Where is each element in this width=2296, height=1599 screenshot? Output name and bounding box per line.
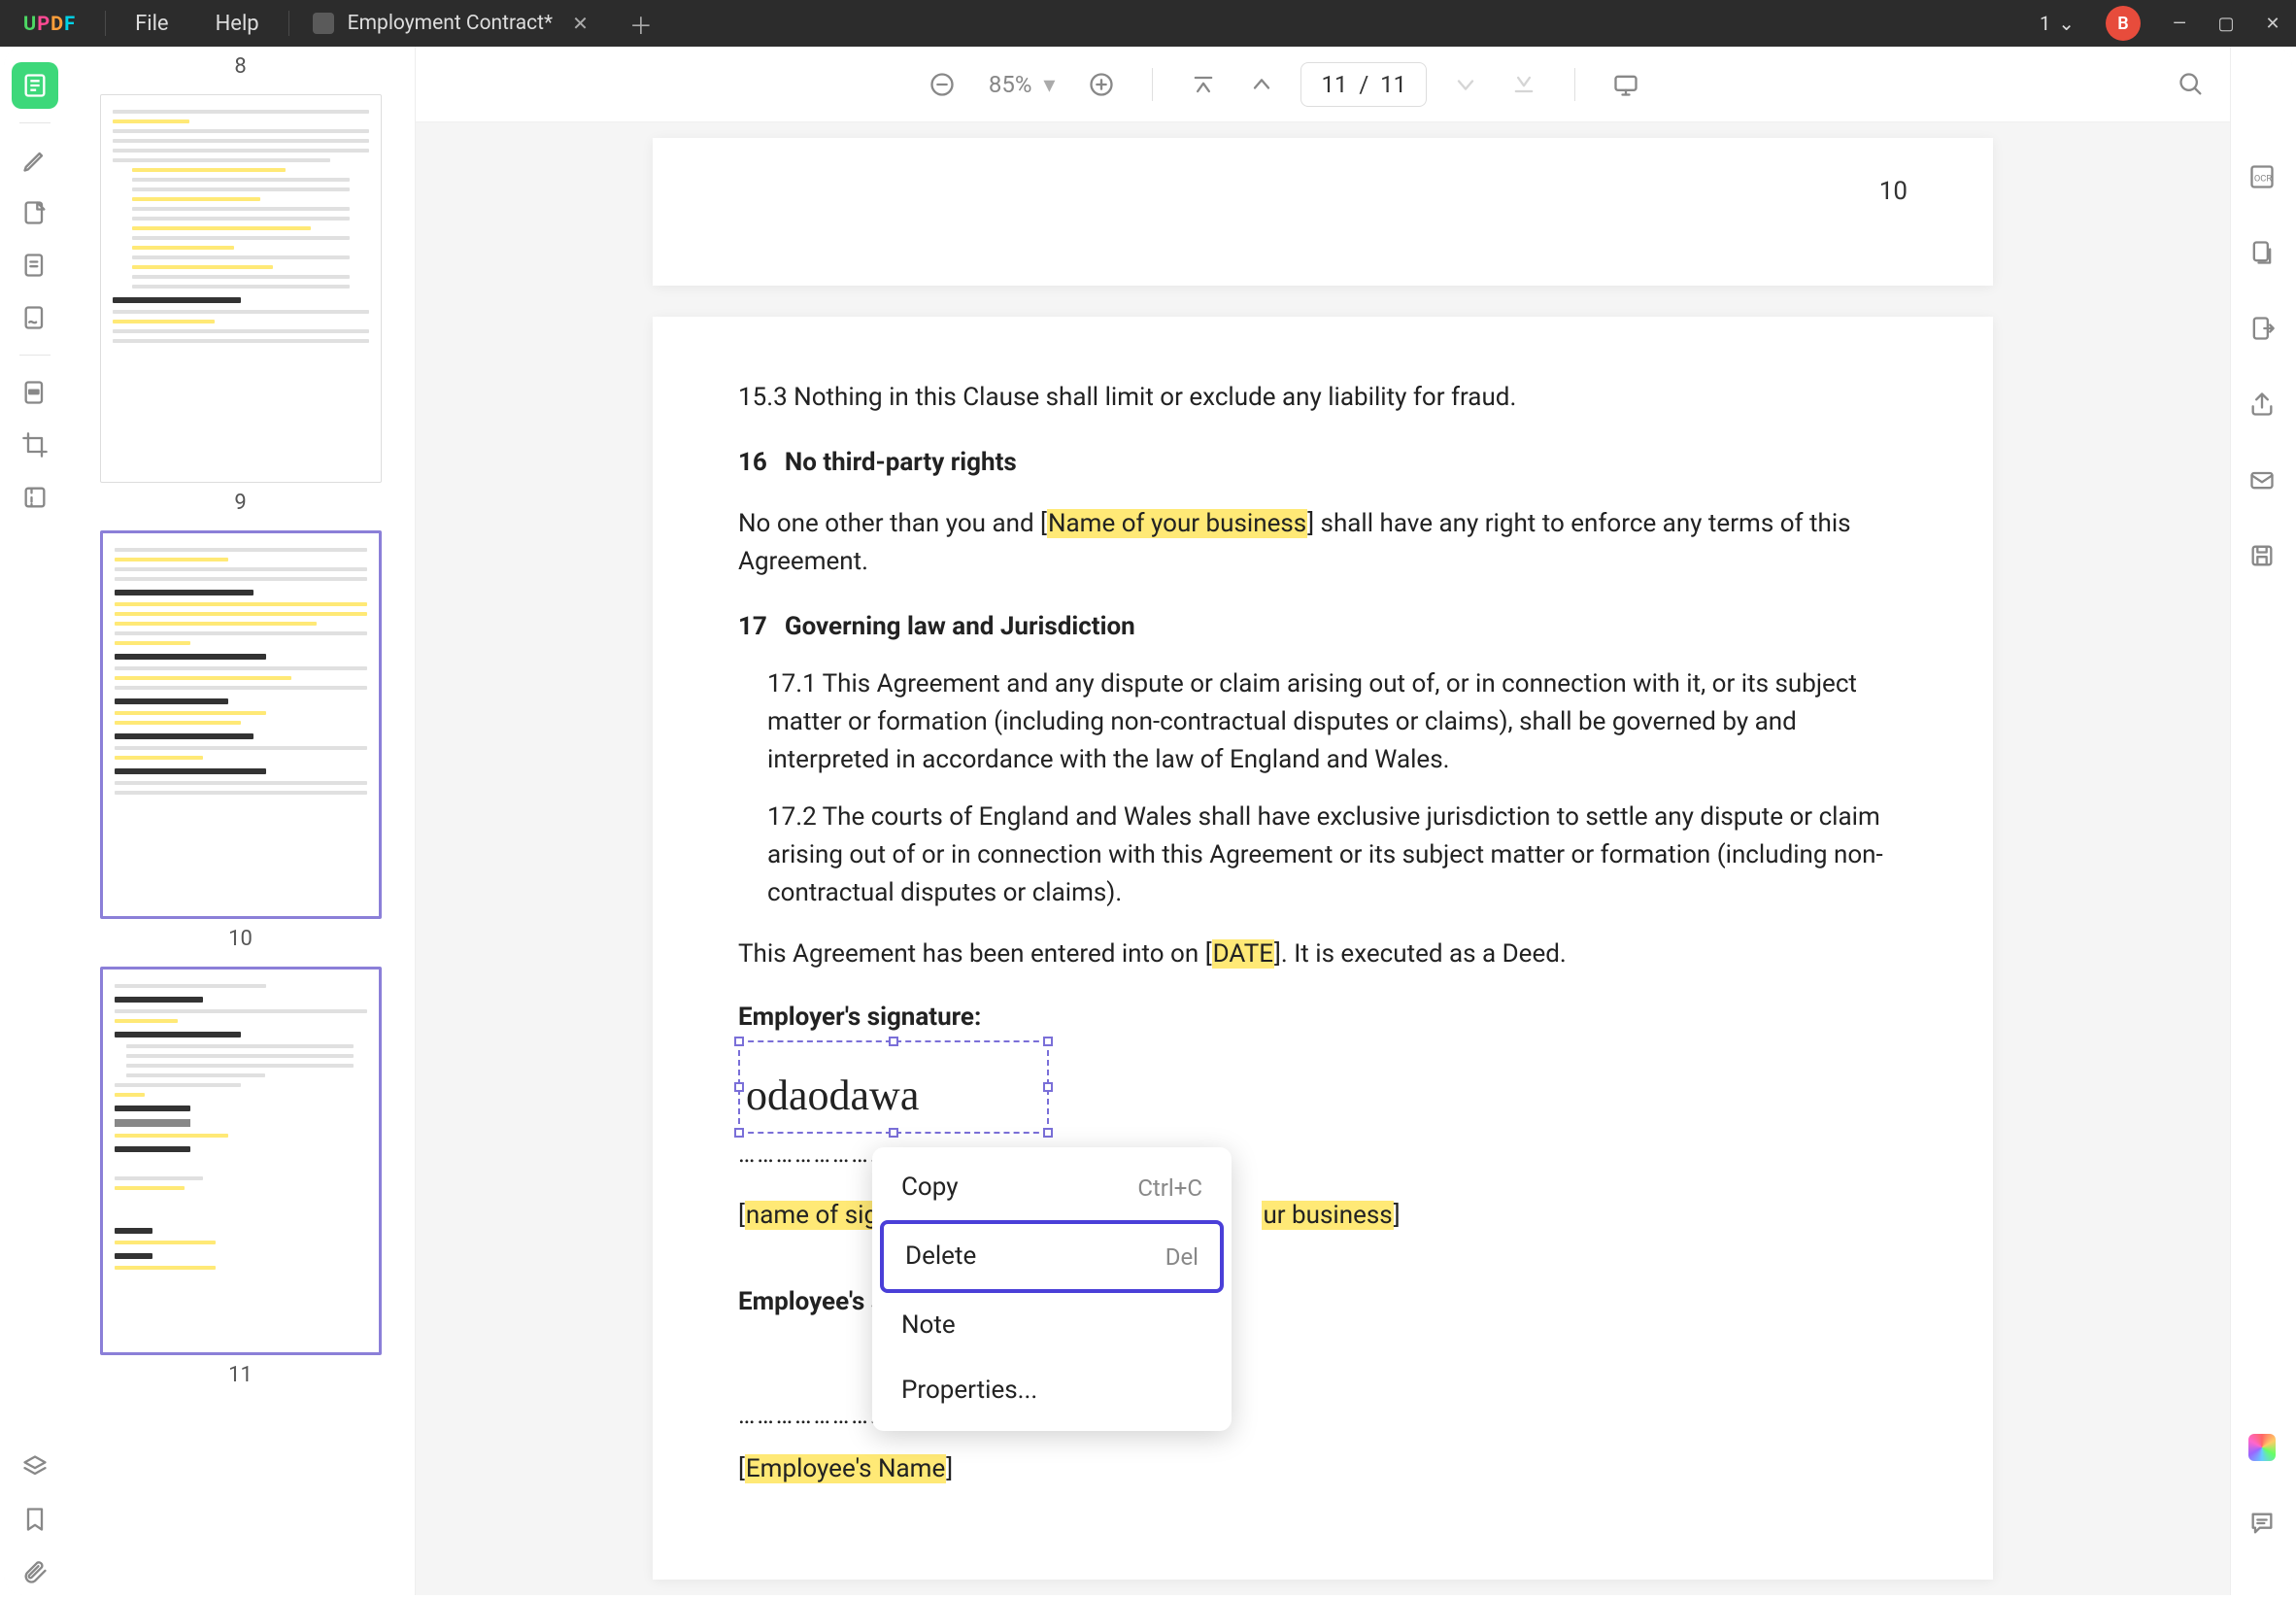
window-minimize-button[interactable]: — — [2156, 0, 2203, 47]
thumbnail-item[interactable]: 9 — [95, 94, 386, 515]
redact-tool-button[interactable] — [12, 369, 58, 416]
clause-text: 17.1 This Agreement and any dispute or c… — [738, 665, 1908, 779]
resize-handle[interactable] — [734, 1082, 744, 1092]
signature-text: odaodawa — [740, 1042, 1047, 1128]
titlebar: UPDF File Help Employment Contract* ✕ ＋ … — [0, 0, 2296, 47]
highlight: DATE — [1212, 939, 1274, 969]
edit-tool-button[interactable] — [12, 189, 58, 236]
zoom-in-button[interactable] — [1082, 65, 1121, 104]
thumbnail-item[interactable]: 10 — [95, 530, 386, 951]
reader-mode-button[interactable] — [12, 62, 58, 109]
sparkle-icon — [2248, 1434, 2276, 1461]
thumbnail-item[interactable]: 8 — [95, 47, 386, 79]
prev-page-button[interactable] — [1242, 65, 1281, 104]
crop-tool-button[interactable] — [12, 422, 58, 468]
clause-text: No one other than you and [Name of your … — [738, 505, 1908, 581]
clause-text: This Agreement has been entered into on … — [738, 936, 1908, 973]
search-button[interactable] — [2172, 65, 2211, 104]
menu-file[interactable]: File — [112, 2, 192, 46]
highlight: ur business — [1262, 1201, 1393, 1230]
next-page-button[interactable] — [1446, 65, 1485, 104]
highlight: Employee's Name — [745, 1454, 946, 1483]
tab-close-button[interactable]: ✕ — [566, 10, 594, 37]
context-menu-properties[interactable]: Properties... — [880, 1358, 1224, 1423]
document-page: 15.3 Nothing in this Clause shall limit … — [653, 317, 1993, 1580]
resize-handle[interactable] — [889, 1128, 898, 1138]
resize-handle[interactable] — [1043, 1082, 1053, 1092]
save-button[interactable] — [2239, 532, 2285, 579]
context-menu-copy[interactable]: CopyCtrl+C — [880, 1155, 1224, 1220]
document-scroll-area[interactable]: 10 15.3 Nothing in this Clause shall lim… — [416, 122, 2230, 1595]
left-tool-rail — [4, 47, 66, 1595]
resize-handle[interactable] — [1043, 1037, 1053, 1046]
context-menu-delete[interactable]: DeleteDel — [880, 1220, 1224, 1293]
share-button[interactable] — [2239, 381, 2285, 427]
resize-handle[interactable] — [889, 1037, 898, 1046]
export-button[interactable] — [2239, 305, 2285, 352]
page-input[interactable]: 11 / 11 — [1300, 62, 1427, 107]
presentation-button[interactable] — [1606, 65, 1645, 104]
menu-help[interactable]: Help — [192, 2, 283, 46]
thumbnail-number: 11 — [228, 1363, 253, 1387]
clause-text: 15.3 Nothing in this Clause shall limit … — [738, 379, 1908, 417]
context-menu-note[interactable]: Note — [880, 1293, 1224, 1358]
app-logo: UPDF — [0, 12, 99, 35]
annotate-tool-button[interactable] — [12, 137, 58, 184]
chevron-down-icon: ⌄ — [2058, 12, 2075, 35]
window-maximize-button[interactable]: ▢ — [2203, 0, 2249, 47]
thumbnail-number: 9 — [234, 491, 246, 515]
document-tab[interactable]: Employment Contract* ✕ — [295, 2, 612, 45]
highlight: name of sign — [745, 1201, 894, 1230]
clause-text: [Employee's Name] — [738, 1450, 1908, 1488]
document-icon — [313, 13, 334, 34]
attachment-button[interactable] — [12, 1548, 58, 1595]
section-heading: 16No third-party rights — [738, 444, 1908, 482]
zoom-dropdown[interactable]: 85% ▾ — [981, 71, 1064, 98]
user-avatar[interactable]: B — [2106, 6, 2141, 41]
thumbnail-item[interactable]: 11 — [95, 967, 386, 1387]
page-number-label: 10 — [1879, 177, 1908, 206]
section-heading: 17Governing law and Jurisdiction — [738, 608, 1908, 646]
email-button[interactable] — [2239, 457, 2285, 503]
clause-text: 17.2 The courts of England and Wales sha… — [738, 799, 1908, 912]
ocr-button[interactable]: OCR — [2239, 153, 2285, 200]
right-tool-rail: OCR — [2230, 47, 2292, 1595]
bookmark-button[interactable] — [12, 1496, 58, 1543]
tab-title: Employment Contract* — [348, 12, 553, 35]
resize-handle[interactable] — [734, 1128, 744, 1138]
resize-handle[interactable] — [734, 1037, 744, 1046]
organize-tool-button[interactable] — [12, 242, 58, 289]
thumbnail-panel[interactable]: 8 9 — [66, 47, 416, 1595]
new-tab-button[interactable]: ＋ — [612, 7, 670, 41]
signature-selection-box[interactable]: odaodawa — [738, 1040, 1049, 1134]
zoom-value: 85% — [989, 71, 1032, 98]
highlight: Name of your business — [1047, 509, 1307, 538]
last-page-button[interactable] — [1504, 65, 1543, 104]
thumbnail-number: 8 — [234, 54, 246, 79]
window-close-button[interactable]: ✕ — [2249, 0, 2296, 47]
first-page-button[interactable] — [1184, 65, 1223, 104]
document-page: 10 — [653, 138, 1993, 286]
main-viewport: 85% ▾ 11 / 11 — [416, 47, 2230, 1595]
page-dropdown[interactable]: 1 ⌄ — [2024, 12, 2090, 35]
ai-assistant-button[interactable] — [2239, 1424, 2285, 1471]
convert-button[interactable] — [2239, 229, 2285, 276]
signature-label: Employer's signature: — [738, 999, 1908, 1037]
compress-tool-button[interactable] — [12, 474, 58, 521]
chevron-down-icon: ▾ — [1043, 71, 1055, 98]
zoom-out-button[interactable] — [923, 65, 962, 104]
thumbnail-number: 10 — [228, 927, 253, 951]
context-menu: CopyCtrl+C DeleteDel Note Properties... — [872, 1147, 1232, 1431]
layers-button[interactable] — [12, 1444, 58, 1490]
comments-button[interactable] — [2239, 1500, 2285, 1547]
page-dropdown-value: 1 — [2040, 12, 2050, 35]
fill-sign-tool-button[interactable] — [12, 294, 58, 341]
resize-handle[interactable] — [1043, 1128, 1053, 1138]
view-toolbar: 85% ▾ 11 / 11 — [416, 47, 2230, 122]
svg-text:OCR: OCR — [2253, 174, 2271, 185]
